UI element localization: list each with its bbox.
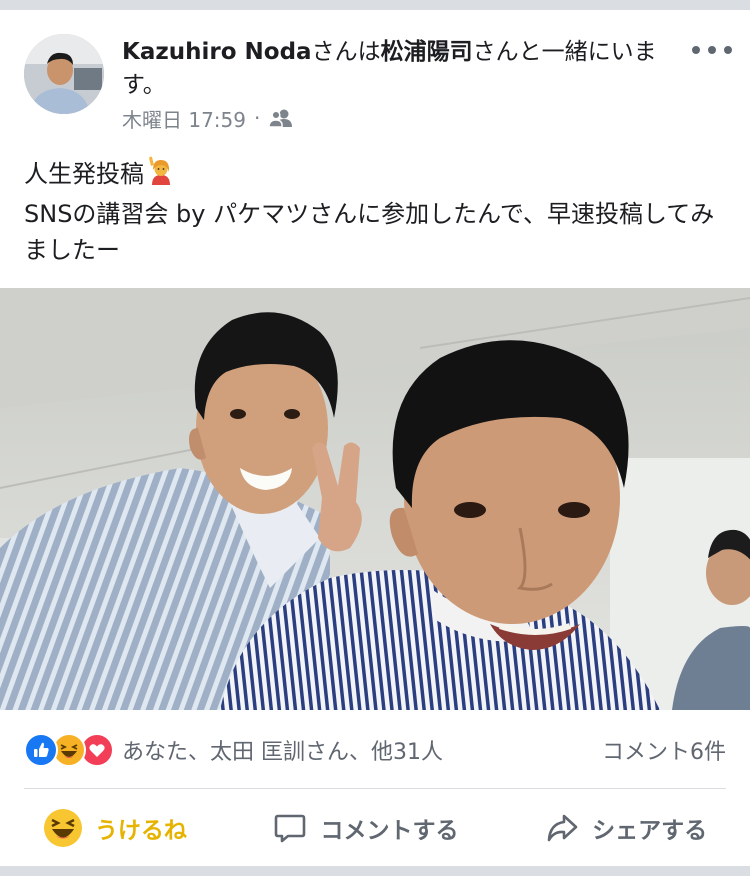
share-icon bbox=[544, 810, 580, 846]
post-header-text: Kazuhiro Nodaさんは松浦陽司さんと一緒にいます。 bbox=[122, 36, 682, 102]
woman-raising-hand-emoji bbox=[146, 156, 176, 196]
share-button[interactable]: シェアする bbox=[544, 810, 707, 846]
author-avatar[interactable] bbox=[24, 34, 104, 114]
more-options-button[interactable] bbox=[692, 38, 732, 62]
tagged-friend-link[interactable]: 松浦陽司 bbox=[381, 39, 473, 65]
post-text-line-2: SNSの講習会 by パケマツさんに参加したんで、早速投稿してみましたー bbox=[24, 200, 715, 264]
meta-dot-separator: · bbox=[254, 106, 261, 130]
reaction-icons bbox=[24, 733, 114, 767]
haha-reaction-button[interactable]: うけるね bbox=[43, 808, 187, 848]
post-text-line-1: 人生発投稿 bbox=[24, 156, 724, 196]
reactions-summary[interactable]: あなた、太田 匡訓さん、他31人 コメント6件 bbox=[24, 728, 726, 772]
more-dot bbox=[724, 46, 732, 54]
post-body: 人生発投稿 SNSの講習会 by パケマツさんに参加したんで、早速投稿してみまし… bbox=[24, 156, 724, 268]
friends-icon[interactable] bbox=[268, 108, 294, 128]
post-timestamp[interactable]: 木曜日 17:59 bbox=[122, 104, 246, 133]
more-dot bbox=[708, 46, 716, 54]
haha-reaction-label: うけるね bbox=[94, 818, 187, 844]
reaction-names[interactable]: あなた、太田 匡訓さん、他31人 bbox=[122, 734, 443, 766]
author-name-link[interactable]: Kazuhiro Noda bbox=[122, 39, 312, 65]
post-photo[interactable] bbox=[0, 288, 750, 710]
comment-label: コメントする bbox=[320, 818, 459, 844]
share-label: シェアする bbox=[592, 818, 708, 844]
more-horizontal-icon bbox=[692, 46, 700, 54]
post-action-bar: うけるね コメントする シェアする bbox=[0, 794, 750, 862]
comment-count[interactable]: コメント6件 bbox=[602, 734, 726, 766]
haha-reaction-icon bbox=[43, 808, 83, 848]
header-connector-1: さんは bbox=[311, 39, 381, 65]
feed-top-separator bbox=[0, 0, 750, 10]
comment-button[interactable]: コメントする bbox=[272, 810, 458, 846]
post-meta: 木曜日 17:59 · bbox=[122, 104, 294, 132]
comment-icon bbox=[272, 810, 308, 846]
feed-bottom-separator bbox=[0, 866, 750, 876]
actions-divider bbox=[24, 788, 726, 789]
like-reaction-icon bbox=[24, 733, 58, 767]
post-text-first: 人生発投稿 bbox=[24, 160, 144, 188]
